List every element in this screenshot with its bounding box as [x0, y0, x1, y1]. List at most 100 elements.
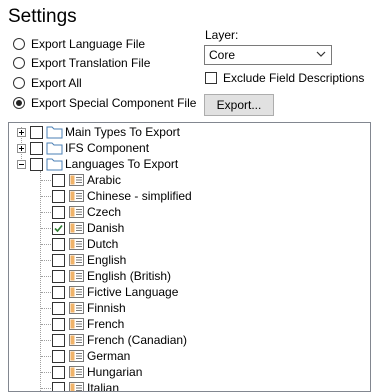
list-item-icon: [68, 365, 85, 379]
tree-connector: [41, 244, 51, 245]
expand-icon[interactable]: [17, 128, 26, 137]
tree-connector: [41, 180, 51, 181]
radio-export-all[interactable]: Export All: [13, 74, 82, 92]
export-button[interactable]: Export...: [204, 94, 274, 116]
folder-icon: [46, 141, 63, 155]
tree-node-languages-to-export[interactable]: Languages To Export: [17, 156, 178, 172]
tree-checkbox[interactable]: [52, 206, 65, 219]
tree-node-label: Chinese - simplified: [87, 189, 192, 203]
tree-connector: [41, 276, 51, 277]
tree-node-language[interactable]: Danish: [52, 220, 124, 236]
tree-node-language[interactable]: English (British): [52, 268, 171, 284]
tree-checkbox[interactable]: [52, 270, 65, 283]
tree-connector: [41, 228, 51, 229]
tree-connector: [41, 324, 51, 325]
tree-node-language[interactable]: Italian: [52, 380, 119, 392]
list-item-icon: [68, 205, 85, 219]
tree-node-language[interactable]: German: [52, 348, 130, 364]
tree-checkbox[interactable]: [52, 334, 65, 347]
tree-node-label: English (British): [87, 269, 171, 283]
radio-export-language-file[interactable]: Export Language File: [13, 35, 145, 53]
tree-connector: [41, 372, 51, 373]
tree-connector: [41, 356, 51, 357]
tree-connector: [41, 260, 51, 261]
tree-connector: [41, 308, 51, 309]
expand-icon[interactable]: [17, 144, 26, 153]
tree-node-label: Main Types To Export: [65, 125, 180, 139]
exclude-field-descriptions-checkbox[interactable]: Exclude Field Descriptions: [205, 71, 364, 85]
tree-node-language[interactable]: Fictive Language: [52, 284, 178, 300]
tree-node-language[interactable]: Finnish: [52, 300, 126, 316]
tree-node-language[interactable]: Dutch: [52, 236, 118, 252]
tree-node-label: Czech: [87, 205, 121, 219]
list-item-icon: [68, 381, 85, 392]
checkbox-label: Exclude Field Descriptions: [223, 71, 364, 85]
tree-checkbox[interactable]: [30, 126, 43, 139]
tree-node-language[interactable]: English: [52, 252, 126, 268]
tree-node-language[interactable]: Arabic: [52, 172, 121, 188]
tree-checkbox[interactable]: [52, 174, 65, 187]
tree-checkbox[interactable]: [52, 238, 65, 251]
layer-select[interactable]: Core: [204, 45, 332, 65]
tree-checkbox[interactable]: [30, 142, 43, 155]
list-item-icon: [68, 189, 85, 203]
radio-label: Export Translation File: [31, 56, 150, 70]
tree-node-language[interactable]: French: [52, 316, 124, 332]
radio-circle[interactable]: [13, 38, 25, 50]
tree-node-label: Hungarian: [87, 365, 142, 379]
export-tree[interactable]: Main Types To Export IFS Component Langu…: [8, 122, 371, 392]
radio-export-translation-file[interactable]: Export Translation File: [13, 54, 150, 72]
tree-node-language[interactable]: Chinese - simplified: [52, 188, 192, 204]
folder-icon: [46, 125, 63, 139]
tree-node-label: Fictive Language: [87, 285, 178, 299]
list-item-icon: [68, 221, 85, 235]
checkbox-box[interactable]: [205, 72, 217, 84]
tree-node-ifs-component[interactable]: IFS Component: [17, 140, 149, 156]
tree-checkbox[interactable]: [52, 302, 65, 315]
list-item-icon: [68, 333, 85, 347]
layer-label: Layer:: [205, 28, 238, 42]
radio-label: Export All: [31, 76, 82, 90]
radio-export-special-component-file[interactable]: Export Special Component File: [13, 94, 196, 112]
checkmark-icon: [53, 223, 64, 234]
collapse-icon[interactable]: [17, 160, 26, 169]
tree-checkbox[interactable]: [52, 382, 65, 392]
tree-connector: [41, 340, 51, 341]
list-item-icon: [68, 237, 85, 251]
list-item-icon: [68, 269, 85, 283]
tree-node-language[interactable]: French (Canadian): [52, 332, 187, 348]
tree-connector: [41, 196, 51, 197]
layer-select-value: Core: [209, 48, 235, 62]
radio-circle[interactable]: [13, 57, 25, 69]
tree-checkbox[interactable]: [52, 254, 65, 267]
tree-checkbox[interactable]: [52, 190, 65, 203]
tree-checkbox[interactable]: [52, 222, 65, 235]
tree-checkbox[interactable]: [52, 350, 65, 363]
tree-node-language[interactable]: Czech: [52, 204, 121, 220]
list-item-icon: [68, 349, 85, 363]
tree-node-label: Danish: [87, 221, 124, 235]
radio-label: Export Language File: [31, 37, 145, 51]
tree-connector: [41, 212, 51, 213]
tree-connector: [41, 292, 51, 293]
radio-circle[interactable]: [13, 97, 25, 109]
list-item-icon: [68, 285, 85, 299]
tree-node-label: German: [87, 349, 130, 363]
settings-title: Settings: [8, 6, 77, 28]
tree-node-language[interactable]: Hungarian: [52, 364, 142, 380]
tree-node-label: English: [87, 253, 126, 267]
tree-node-label: Languages To Export: [65, 157, 178, 171]
tree-node-label: French (Canadian): [87, 333, 187, 347]
list-item-icon: [68, 253, 85, 267]
radio-label: Export Special Component File: [31, 96, 196, 110]
list-item-icon: [68, 301, 85, 315]
radio-circle[interactable]: [13, 77, 25, 89]
tree-node-label: Dutch: [87, 237, 118, 251]
tree-checkbox[interactable]: [52, 366, 65, 379]
tree-checkbox[interactable]: [52, 318, 65, 331]
tree-checkbox[interactable]: [30, 158, 43, 171]
folder-open-icon: [46, 157, 63, 171]
tree-node-main-types[interactable]: Main Types To Export: [17, 124, 180, 140]
chevron-down-icon[interactable]: [316, 50, 326, 58]
tree-checkbox[interactable]: [52, 286, 65, 299]
